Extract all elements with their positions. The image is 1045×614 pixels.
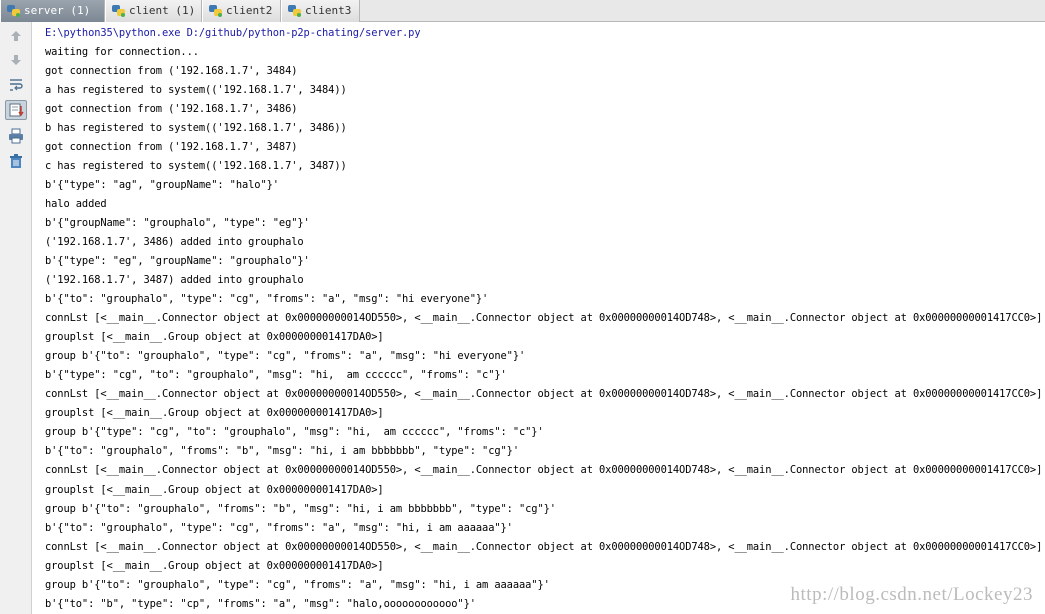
console-line: b'{"to": "grouphalo", "type": "cg", "fro… (45, 521, 513, 534)
python-icon (288, 5, 301, 17)
console-line: got connection from ('192.168.1.7', 3487… (45, 141, 298, 154)
console-line: b'{"to": "grouphalo", "froms": "b", "msg… (45, 445, 519, 458)
console-line: b'{"type": "ag", "groupName": "halo"}' (45, 179, 279, 192)
console-line: grouplst [<__main__.Group object at 0x00… (45, 559, 384, 572)
console-line: group b'{"to": "grouphalo", "froms": "b"… (45, 502, 556, 515)
console-line: group b'{"to": "grouphalo", "type": "cg"… (45, 578, 550, 591)
python-icon (7, 5, 20, 17)
console-line: got connection from ('192.168.1.7', 3484… (45, 65, 298, 77)
watermark: http://blog.csdn.net/Lockey23 (790, 584, 1033, 605)
console-line: b'{"groupName": "grouphalo", "type": "eg… (45, 217, 310, 230)
next-occurrence-button[interactable] (5, 50, 27, 70)
python-icon (112, 5, 125, 17)
tab-label: server (1) (24, 4, 91, 17)
python-icon (209, 5, 222, 17)
console-line: ('192.168.1.7', 3486) added into groupha… (45, 236, 304, 249)
console-line: a has registered to system(('192.168.1.7… (45, 84, 347, 96)
console-output[interactable]: E:\python35\python.exe D:/github/python-… (33, 22, 1045, 614)
arrow-up-icon (11, 31, 21, 41)
console-line: grouplst [<__main__.Group object at 0x00… (45, 407, 384, 420)
run-command-line: E:\python35\python.exe D:/github/python-… (45, 27, 421, 39)
console-line: b'{"to": "b", "type": "cp", "froms": "a"… (45, 597, 476, 610)
console-line: c has registered to system(('192.168.1.7… (45, 160, 347, 173)
soft-wrap-icon (10, 79, 23, 91)
tab-server[interactable]: server (1) (0, 0, 105, 22)
tab-client3[interactable]: client3 (281, 0, 360, 22)
print-button[interactable] (5, 126, 27, 146)
clear-all-button[interactable] (5, 151, 27, 171)
trash-icon (10, 154, 22, 168)
scroll-to-end-button[interactable] (5, 100, 27, 120)
console-line: connLst [<__main__.Connector object at 0… (45, 312, 1043, 325)
console-line: b'{"type": "cg", "to": "grouphalo", "msg… (45, 369, 507, 382)
scroll-to-end-icon (9, 103, 24, 117)
tab-label: client (1) (129, 4, 196, 17)
console-line: group b'{"to": "grouphalo", "type": "cg"… (45, 350, 526, 363)
tab-client2[interactable]: client2 (202, 0, 281, 22)
console-line: waiting for connection... (45, 46, 199, 58)
tab-label: client3 (305, 4, 352, 17)
tab-label: client2 (226, 4, 273, 17)
soft-wrap-button[interactable] (5, 75, 27, 95)
console-toolbar (0, 22, 32, 614)
tab-client[interactable]: client (1) (105, 0, 202, 22)
console-line: got connection from ('192.168.1.7', 3486… (45, 103, 298, 116)
console-line: group b'{"type": "cg", "to": "grouphalo"… (45, 426, 544, 439)
console-line: halo added (45, 198, 107, 211)
console-line: connLst [<__main__.Connector object at 0… (45, 540, 1043, 553)
console-line: b'{"type": "eg", "groupName": "grouphalo… (45, 255, 310, 268)
arrow-down-icon (11, 55, 21, 65)
console-line: b has registered to system(('192.168.1.7… (45, 122, 347, 135)
run-tab-bar: server (1) client (1) client2 client3 (0, 0, 1045, 22)
console-line: grouplst [<__main__.Group object at 0x00… (45, 483, 384, 496)
console-line: connLst [<__main__.Connector object at 0… (45, 388, 1043, 401)
console-line: connLst [<__main__.Connector object at 0… (45, 464, 1043, 477)
console-line: grouplst [<__main__.Group object at 0x00… (45, 331, 384, 344)
console-line: b'{"to": "grouphalo", "type": "cg", "fro… (45, 293, 489, 306)
print-icon (9, 128, 23, 144)
console-line: ('192.168.1.7', 3487) added into groupha… (45, 274, 304, 287)
previous-occurrence-button[interactable] (5, 26, 27, 46)
